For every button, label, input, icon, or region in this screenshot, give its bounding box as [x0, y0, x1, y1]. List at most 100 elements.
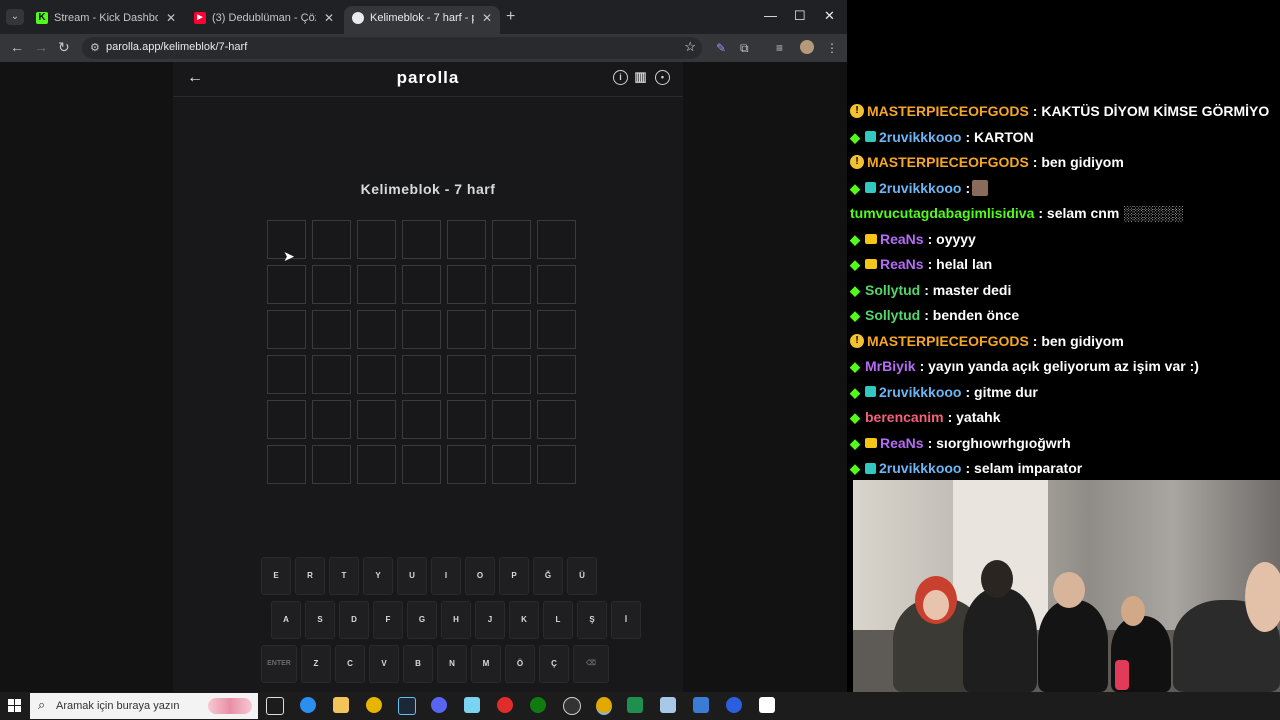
windows-start-icon[interactable]	[8, 699, 22, 713]
grid-row	[267, 310, 576, 349]
close-icon[interactable]: ✕	[324, 6, 334, 30]
key-c[interactable]: C	[335, 645, 365, 683]
chat-username[interactable]: ReaNs	[880, 256, 924, 272]
discord-icon[interactable]	[431, 697, 447, 713]
obs-icon[interactable]	[563, 697, 581, 715]
key-v[interactable]: V	[369, 645, 399, 683]
info-icon[interactable]: i	[613, 70, 628, 85]
key-j[interactable]: J	[475, 601, 505, 639]
key-ö[interactable]: Ö	[505, 645, 535, 683]
chat-username[interactable]: Sollytud	[865, 282, 920, 298]
key-m[interactable]: M	[471, 645, 501, 683]
bookmark-star-icon[interactable]: ☆	[684, 39, 696, 55]
key-ş[interactable]: Ş	[577, 601, 607, 639]
key-s[interactable]: S	[305, 601, 335, 639]
key-f[interactable]: F	[373, 601, 403, 639]
chat-username[interactable]: 2ruvikkkooo	[879, 460, 961, 476]
parolla-app: ← parolla i ▥ • Kelimeblok - 7 harf ➤ ER…	[173, 62, 683, 692]
key-r[interactable]: R	[295, 557, 325, 595]
key-e[interactable]: E	[261, 557, 291, 595]
key-i[interactable]: I	[431, 557, 461, 595]
chat-username[interactable]: tumvucutagdabagimlisidiva	[850, 205, 1034, 221]
key-n[interactable]: N	[437, 645, 467, 683]
key-ç[interactable]: Ç	[539, 645, 569, 683]
media-control-icon[interactable]: ≡	[776, 41, 783, 55]
chrome-icon[interactable]	[366, 697, 382, 713]
taskbar-search-box[interactable]: ⌕ Aramak için buraya yazın	[30, 693, 258, 719]
key-b[interactable]: B	[403, 645, 433, 683]
close-window-icon[interactable]: ✕	[824, 8, 835, 24]
tab-kick-dashboard[interactable]: K Stream - Kick Dashboard ✕	[28, 6, 184, 34]
chat-username[interactable]: 2ruvikkkooo	[879, 384, 961, 400]
opera-icon[interactable]	[497, 697, 513, 713]
key-ü[interactable]: Ü	[567, 557, 597, 595]
chrome-active-icon[interactable]	[596, 697, 612, 715]
key-d[interactable]: D	[339, 601, 369, 639]
enter-key[interactable]: ENTER	[261, 645, 297, 683]
chat-username[interactable]: MASTERPIECEOFGODS	[867, 154, 1029, 170]
profile-avatar[interactable]	[800, 40, 814, 54]
close-icon[interactable]: ✕	[482, 6, 492, 30]
tab-parolla[interactable]: Kelimeblok - 7 harf - parolla - ✕	[344, 6, 500, 34]
extension-pen-icon[interactable]: ✎	[716, 41, 726, 55]
chat-username[interactable]: 2ruvikkkooo	[879, 180, 961, 196]
chat-message: ! MASTERPIECEOFGODS: ben gidiyom	[850, 330, 1124, 352]
notepad-icon[interactable]	[660, 697, 676, 713]
file-explorer-icon[interactable]	[333, 697, 349, 713]
key-h[interactable]: H	[441, 601, 471, 639]
chat-message: ◆ Sollytud: master dedi	[850, 279, 1011, 301]
key-z[interactable]: Z	[301, 645, 331, 683]
key-k[interactable]: K	[509, 601, 539, 639]
reload-icon[interactable]: ↻	[58, 39, 70, 56]
key-a[interactable]: A	[271, 601, 301, 639]
tab-search-button[interactable]: ⌄	[6, 9, 24, 25]
chat-username[interactable]: Sollytud	[865, 307, 920, 323]
address-bar[interactable]: ⚙ parolla.app/kelimeblok/7-harf ☆	[82, 37, 702, 59]
minimize-icon[interactable]: —	[764, 8, 777, 23]
chat-username[interactable]: MASTERPIECEOFGODS	[867, 333, 1029, 349]
chat-text: : selam imparator	[965, 460, 1083, 476]
key-l[interactable]: L	[543, 601, 573, 639]
chat-username[interactable]: 2ruvikkkooo	[879, 129, 961, 145]
back-icon[interactable]: ←	[10, 39, 24, 55]
app-icon[interactable]	[464, 697, 480, 713]
key-ğ[interactable]: Ğ	[533, 557, 563, 595]
steam-icon[interactable]	[398, 697, 416, 715]
key-y[interactable]: Y	[363, 557, 393, 595]
site-info-icon[interactable]: ⚙	[90, 41, 100, 54]
backspace-key[interactable]: ⌫	[573, 645, 609, 683]
close-icon[interactable]: ✕	[166, 6, 176, 30]
xbox-icon[interactable]	[530, 697, 546, 713]
letter-tile	[312, 355, 351, 394]
key-g[interactable]: G	[407, 601, 437, 639]
tab-youtube[interactable]: ▶ (3) Dedublüman - Çözemezsin ✕	[186, 6, 342, 34]
app-2-icon[interactable]	[726, 697, 742, 713]
edge-icon[interactable]	[300, 697, 316, 713]
webcam-streamer-head	[1245, 562, 1280, 632]
menu-kebab-icon[interactable]: ⋮	[826, 41, 838, 55]
extensions-puzzle-icon[interactable]: ⧉	[740, 41, 749, 56]
crown-badge-icon	[865, 437, 877, 448]
calculator-icon[interactable]	[693, 697, 709, 713]
maximize-icon[interactable]: ☐	[794, 8, 806, 24]
key-u[interactable]: U	[397, 557, 427, 595]
key-i̇[interactable]: İ	[611, 601, 641, 639]
chat-username[interactable]: ReaNs	[880, 231, 924, 247]
new-tab-button[interactable]: +	[506, 8, 515, 26]
key-p[interactable]: P	[499, 557, 529, 595]
stats-chart-icon[interactable]: ▥	[634, 70, 647, 83]
excel-icon[interactable]	[627, 697, 643, 713]
task-view-icon[interactable]	[266, 697, 284, 715]
chat-username[interactable]: MrBiyik	[865, 358, 916, 374]
chat-text: : benden önce	[924, 307, 1020, 323]
search-icon: ⌕	[38, 697, 46, 712]
key-o[interactable]: O	[465, 557, 495, 595]
chat-message: ◆ MrBiyik: yayın yanda açık geliyorum az …	[850, 355, 1199, 377]
forward-icon[interactable]: →	[34, 39, 48, 55]
chat-username[interactable]: MASTERPIECEOFGODS	[867, 103, 1029, 119]
chat-username[interactable]: berencanim	[865, 409, 944, 425]
capcut-icon[interactable]	[759, 697, 775, 713]
key-t[interactable]: T	[329, 557, 359, 595]
chat-username[interactable]: ReaNs	[880, 435, 924, 451]
user-profile-icon[interactable]: •	[655, 70, 670, 85]
